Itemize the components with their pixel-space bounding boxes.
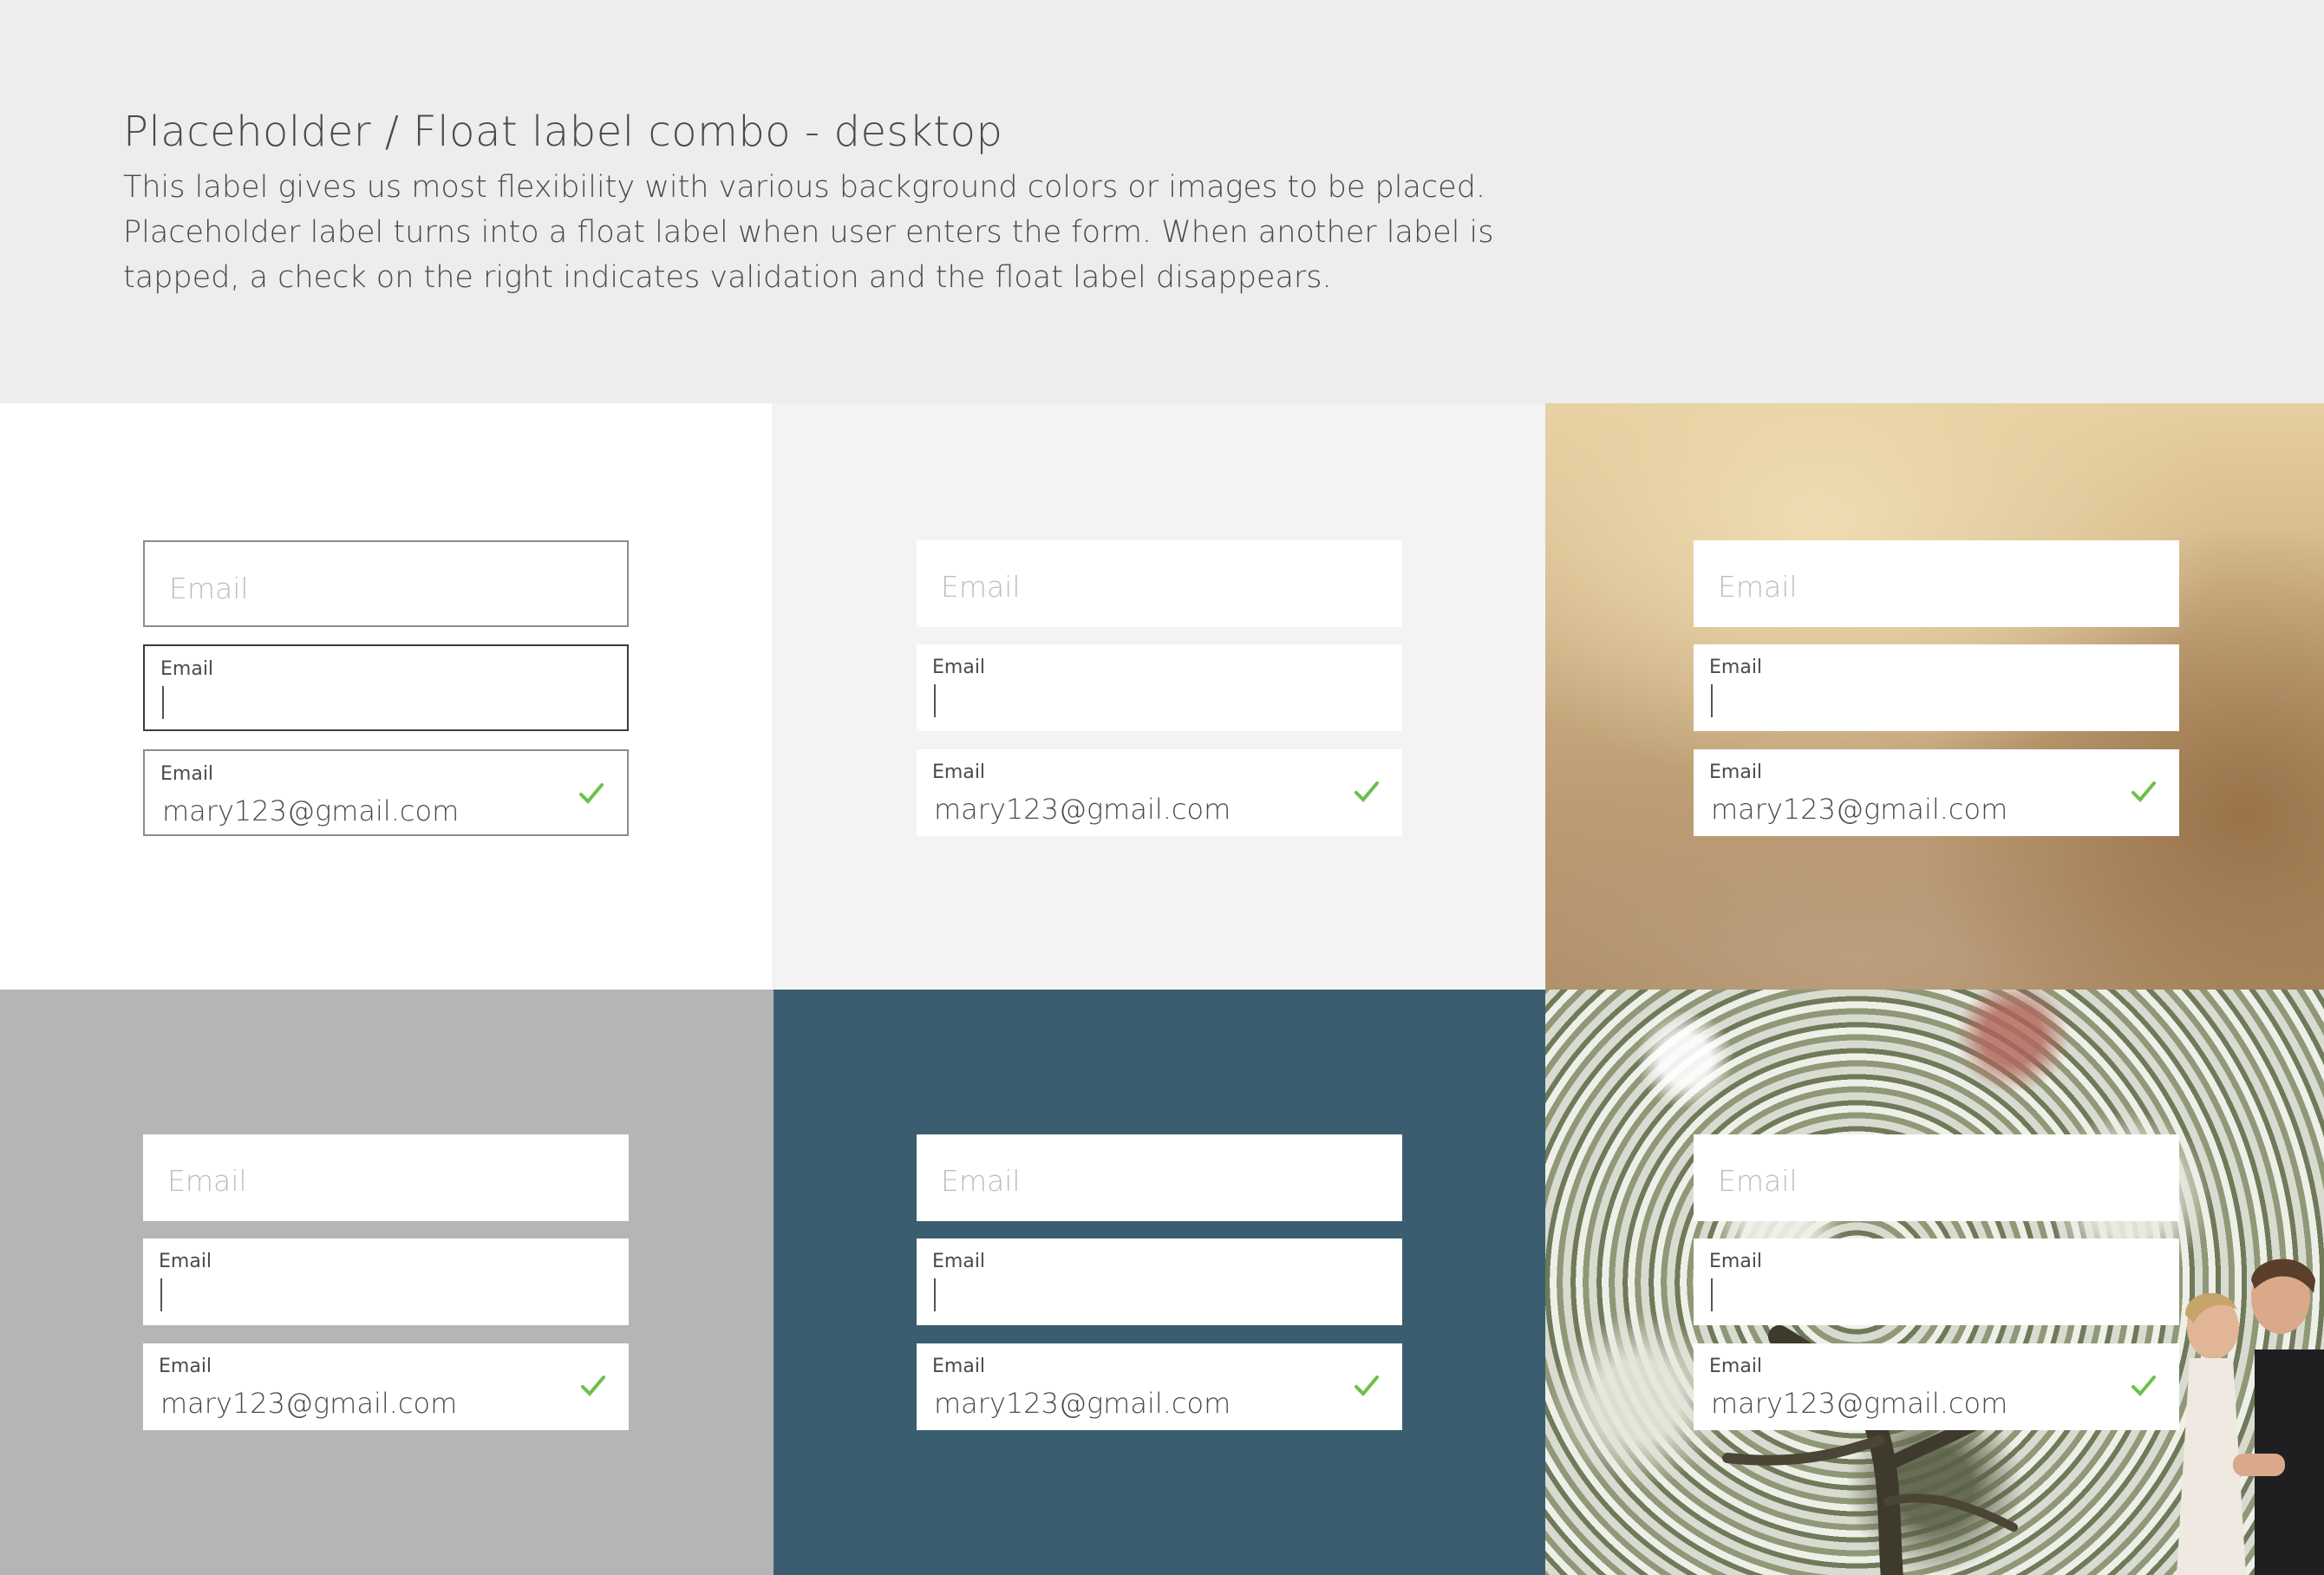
email-value: mary123@gmail.com	[934, 1387, 1231, 1420]
email-field-focused[interactable]: Email	[917, 644, 1402, 731]
email-float-label: Email	[1709, 1356, 1763, 1377]
email-float-label: Email	[1709, 1251, 1763, 1272]
text-caret	[162, 686, 164, 719]
page-description: This label gives us most flexibility wit…	[123, 170, 1494, 295]
check-icon	[581, 1376, 605, 1396]
email-field-empty[interactable]: Email	[917, 540, 1402, 627]
panel-gold-photo: Email Email Email mary123@gmail.com	[1545, 403, 2324, 990]
email-float-label: Email	[160, 658, 214, 680]
panel-slate-blue: Email Email Email mary123@gmail.com	[774, 990, 1545, 1575]
email-float-label: Email	[159, 1251, 212, 1272]
text-caret	[1711, 1278, 1713, 1311]
panel-blossom-photo: Email Email Email mary123@gmail.com	[1545, 990, 2324, 1575]
text-caret	[934, 1278, 936, 1311]
text-caret	[1711, 684, 1713, 717]
email-value: mary123@gmail.com	[162, 794, 460, 827]
email-float-label: Email	[159, 1356, 212, 1377]
email-float-label: Email	[932, 1251, 986, 1272]
panel-light-gray: Email Email Email mary123@gmail.com	[772, 403, 1545, 990]
email-field-focused[interactable]: Email	[1694, 1238, 2179, 1325]
email-field-filled[interactable]: Email mary123@gmail.com	[1694, 749, 2179, 836]
email-float-label: Email	[932, 657, 986, 678]
email-field-empty[interactable]: Email	[1694, 540, 2179, 627]
email-placeholder: Email	[1718, 1164, 1798, 1198]
email-float-label: Email	[1709, 761, 1763, 783]
email-field-focused[interactable]: Email	[917, 1238, 1402, 1325]
text-caret	[934, 684, 936, 717]
email-field-empty[interactable]: Email	[143, 540, 629, 627]
header: Placeholder / Float label combo - deskto…	[0, 0, 2324, 403]
check-icon	[1355, 781, 1379, 802]
email-value: mary123@gmail.com	[934, 793, 1231, 826]
email-field-filled[interactable]: Email mary123@gmail.com	[1694, 1343, 2179, 1430]
panel-gray: Email Email Email mary123@gmail.com	[0, 990, 774, 1575]
email-float-label: Email	[932, 1356, 986, 1377]
email-value: mary123@gmail.com	[160, 1387, 458, 1420]
check-icon	[2131, 781, 2156, 802]
email-field-filled[interactable]: Email mary123@gmail.com	[917, 1343, 1402, 1430]
email-placeholder: Email	[941, 570, 1021, 604]
check-icon	[2131, 1376, 2156, 1396]
email-float-label: Email	[932, 761, 986, 783]
page-title: Placeholder / Float label combo - deskto…	[123, 108, 1003, 156]
email-placeholder: Email	[167, 1164, 247, 1198]
email-float-label: Email	[160, 763, 214, 785]
email-placeholder: Email	[941, 1164, 1021, 1198]
text-caret	[160, 1278, 162, 1311]
email-float-label: Email	[1709, 657, 1763, 678]
email-field-filled[interactable]: Email mary123@gmail.com	[143, 1343, 629, 1430]
email-field-focused[interactable]: Email	[1694, 644, 2179, 731]
email-field-empty[interactable]: Email	[1694, 1134, 2179, 1221]
panel-white: Email Email Email mary123@gmail.com	[0, 403, 772, 990]
email-value: mary123@gmail.com	[1711, 793, 2008, 826]
check-icon	[1355, 1376, 1379, 1396]
email-field-filled[interactable]: Email mary123@gmail.com	[143, 749, 629, 836]
email-field-empty[interactable]: Email	[143, 1134, 629, 1221]
email-field-focused[interactable]: Email	[143, 644, 629, 731]
check-icon	[579, 783, 604, 804]
email-value: mary123@gmail.com	[1711, 1387, 2008, 1420]
email-placeholder: Email	[169, 572, 249, 605]
email-placeholder: Email	[1718, 570, 1798, 604]
email-field-focused[interactable]: Email	[143, 1238, 629, 1325]
email-field-empty[interactable]: Email	[917, 1134, 1402, 1221]
email-field-filled[interactable]: Email mary123@gmail.com	[917, 749, 1402, 836]
